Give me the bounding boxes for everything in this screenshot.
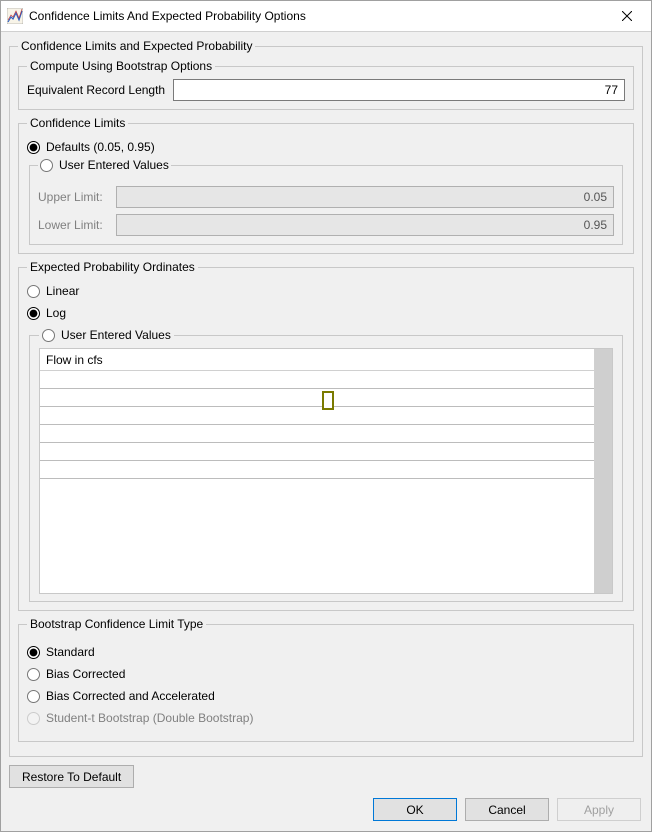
content-area: Confidence Limits and Expected Probabili…	[1, 32, 651, 794]
radio-log-input[interactable]	[27, 307, 40, 320]
radio-defaults[interactable]: Defaults (0.05, 0.95)	[27, 140, 625, 154]
close-button[interactable]	[607, 2, 647, 30]
radio-user-limits-input[interactable]	[40, 159, 53, 172]
upper-limit-input	[116, 186, 614, 208]
table-row[interactable]	[40, 407, 594, 425]
ordinates-table[interactable]: Flow in cfs	[39, 348, 613, 593]
group-confidence-limits: Confidence Limits Defaults (0.05, 0.95) …	[18, 116, 634, 254]
ordinates-table-header: Flow in cfs	[40, 349, 594, 371]
table-row[interactable]	[40, 425, 594, 443]
title-bar: Confidence Limits And Expected Probabili…	[1, 1, 651, 32]
ok-button[interactable]: OK	[373, 798, 457, 821]
radio-standard[interactable]: Standard	[27, 645, 625, 659]
group-legend-epo: Expected Probability Ordinates	[27, 260, 198, 274]
radio-student-t: Student-t Bootstrap (Double Bootstrap)	[27, 711, 625, 725]
equivalent-record-length-input[interactable]	[173, 79, 625, 101]
group-confidence-limits-expected-prob: Confidence Limits and Expected Probabili…	[9, 39, 643, 757]
app-icon	[7, 8, 23, 24]
radio-bias-corrected[interactable]: Bias Corrected	[27, 667, 625, 681]
radio-student-t-input	[27, 712, 40, 725]
equivalent-record-length-label: Equivalent Record Length	[27, 83, 165, 97]
lower-limit-label: Lower Limit:	[38, 218, 108, 232]
radio-bias-corrected-accel-label: Bias Corrected and Accelerated	[46, 689, 215, 703]
radio-user-ordinates-input[interactable]	[42, 329, 55, 342]
radio-log[interactable]: Log	[27, 306, 625, 320]
group-legend-bclt: Bootstrap Confidence Limit Type	[27, 617, 206, 631]
table-row[interactable]	[40, 371, 594, 389]
ordinates-table-body[interactable]	[40, 371, 594, 592]
radio-defaults-label: Defaults (0.05, 0.95)	[46, 140, 155, 154]
table-row[interactable]	[40, 461, 594, 479]
cancel-button[interactable]: Cancel	[465, 798, 549, 821]
radio-user-limits[interactable]: User Entered Values	[40, 158, 169, 172]
scrollbar-thumb[interactable]	[595, 349, 612, 592]
radio-bias-corrected-label: Bias Corrected	[46, 667, 125, 681]
table-active-cell[interactable]	[322, 391, 334, 410]
radio-student-t-label: Student-t Bootstrap (Double Bootstrap)	[46, 711, 253, 725]
table-row[interactable]	[40, 389, 594, 407]
radio-bias-corrected-input[interactable]	[27, 668, 40, 681]
group-legend-outer: Confidence Limits and Expected Probabili…	[18, 39, 255, 53]
table-row[interactable]	[40, 443, 594, 461]
radio-bias-corrected-accel[interactable]: Bias Corrected and Accelerated	[27, 689, 625, 703]
radio-bias-corrected-accel-input[interactable]	[27, 690, 40, 703]
group-compute-bootstrap-options: Compute Using Bootstrap Options Equivale…	[18, 59, 634, 110]
group-legend-bootstrap-opts: Compute Using Bootstrap Options	[27, 59, 215, 73]
group-user-entered-ordinates: User Entered Values Flow in cfs	[29, 328, 623, 602]
radio-defaults-input[interactable]	[27, 141, 40, 154]
radio-linear-input[interactable]	[27, 285, 40, 298]
restore-to-default-button[interactable]: Restore To Default	[9, 765, 134, 788]
ordinates-scrollbar[interactable]	[594, 349, 612, 592]
window-title: Confidence Limits And Expected Probabili…	[29, 9, 607, 23]
radio-user-ordinates-label: User Entered Values	[61, 328, 171, 342]
group-bootstrap-confidence-limit-type: Bootstrap Confidence Limit Type Standard…	[18, 617, 634, 742]
dialog-window: Confidence Limits And Expected Probabili…	[0, 0, 652, 832]
upper-limit-label: Upper Limit:	[38, 190, 108, 204]
lower-limit-input	[116, 214, 614, 236]
apply-button: Apply	[557, 798, 641, 821]
radio-standard-input[interactable]	[27, 646, 40, 659]
group-user-entered-limits: User Entered Values Upper Limit: Lower L…	[29, 158, 623, 245]
group-legend-conf-limits: Confidence Limits	[27, 116, 128, 130]
radio-linear-label: Linear	[46, 284, 79, 298]
radio-user-limits-label: User Entered Values	[59, 158, 169, 172]
dialog-footer: OK Cancel Apply	[1, 794, 651, 831]
radio-log-label: Log	[46, 306, 66, 320]
radio-standard-label: Standard	[46, 645, 95, 659]
group-expected-probability-ordinates: Expected Probability Ordinates Linear Lo…	[18, 260, 634, 611]
radio-user-ordinates[interactable]: User Entered Values	[42, 328, 171, 342]
radio-linear[interactable]: Linear	[27, 284, 625, 298]
